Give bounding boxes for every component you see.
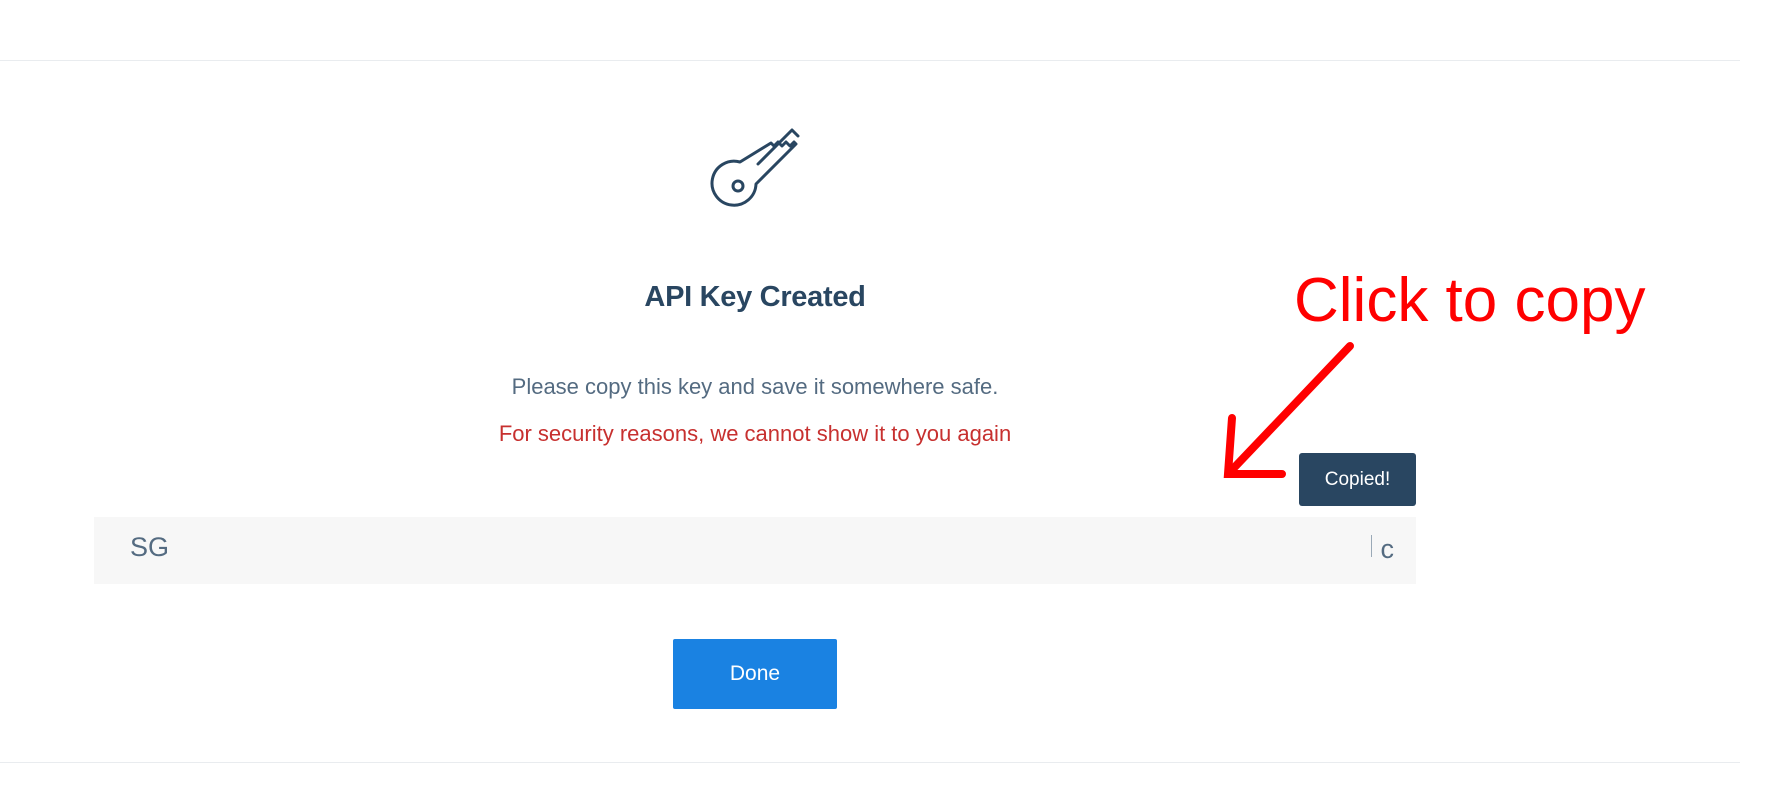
done-button[interactable]: Done bbox=[673, 639, 837, 709]
top-divider bbox=[0, 60, 1740, 61]
api-key-created-dialog: API Key Created Please copy this key and… bbox=[0, 0, 1777, 786]
arrow-icon bbox=[1223, 342, 1354, 478]
api-key-suffix: c bbox=[1380, 534, 1395, 564]
bottom-divider bbox=[0, 762, 1740, 763]
api-key-prefix: SG bbox=[130, 532, 170, 562]
annotation-label: Click to copy bbox=[1294, 266, 1646, 335]
api-key-field[interactable]: SG c bbox=[94, 517, 1416, 584]
page-title: API Key Created bbox=[644, 281, 866, 313]
text-cursor bbox=[1371, 535, 1372, 557]
key-icon bbox=[710, 128, 800, 207]
